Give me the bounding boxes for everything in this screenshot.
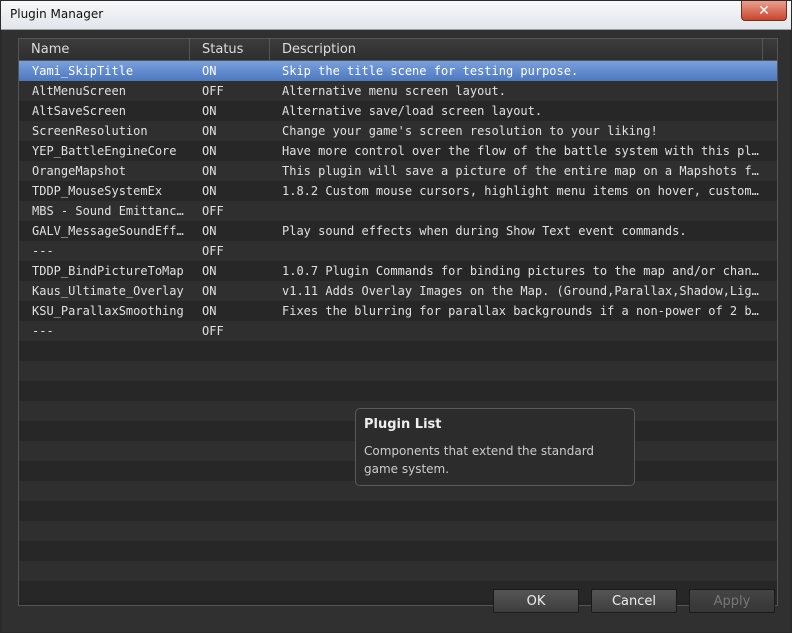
table-row[interactable]: MBS - Sound Emittance… OFF (19, 201, 777, 221)
dialog-body: Name Status Description Yami_SkipTitle ON… (2, 30, 790, 632)
window-title: Plugin Manager (10, 7, 104, 21)
plugin-name-cell: AltSaveScreen (32, 104, 126, 118)
plugin-status-cell: ON (202, 64, 217, 78)
plugin-status-cell: ON (202, 304, 217, 318)
table-row[interactable]: --- OFF (19, 321, 777, 341)
plugin-status-cell: OFF (202, 84, 224, 98)
table-row[interactable]: TDDP_BindPictureToMap ON 1.0.7 Plugin Comm… (19, 261, 777, 281)
empty-row (19, 501, 777, 521)
plugin-status-cell: ON (202, 164, 217, 178)
close-button[interactable]: ✕ (741, 1, 787, 21)
table-row[interactable]: Kaus_Ultimate_Overlay ON v1.11 Adds Overla… (19, 281, 777, 301)
plugin-name-cell: Yami_SkipTitle (32, 64, 134, 78)
plugin-name-cell: OrangeMapshot (32, 164, 126, 178)
plugin-name-cell: --- (32, 244, 54, 258)
plugin-status-cell: OFF (202, 324, 224, 338)
plugin-name-cell: KSU_ParallaxSmoothing (32, 304, 184, 318)
plugin-name-cell: AltMenuScreen (32, 84, 126, 98)
empty-row (19, 541, 777, 561)
tooltip-title: Plugin List (364, 417, 442, 432)
plugin-description-cell: This plugin will save a picture of the e… (282, 164, 762, 178)
tooltip-body: Components that extend the standard game… (364, 444, 595, 476)
table-row[interactable]: GALV_MessageSoundEffe… ON Play sound effec… (19, 221, 777, 241)
table-row[interactable]: Yami_SkipTitle ON Skip the title scene for… (19, 61, 777, 81)
empty-row (19, 521, 777, 541)
plugin-description-cell (282, 241, 762, 261)
plugin-name-cell: TDDP_BindPictureToMap (32, 264, 184, 278)
table-row[interactable]: --- OFF (19, 241, 777, 261)
empty-row (19, 361, 777, 381)
plugin-status-cell: ON (202, 104, 217, 118)
column-header-name[interactable]: Name (19, 39, 190, 60)
plugin-status-cell: OFF (202, 204, 224, 218)
column-header-description[interactable]: Description (270, 39, 763, 60)
plugin-description-cell: Alternative menu screen layout. (282, 84, 506, 98)
plugin-status-cell: OFF (202, 244, 224, 258)
plugin-description-cell (282, 321, 762, 341)
plugin-manager-window: Plugin Manager ✕ Name Status Description… (0, 0, 792, 633)
plugin-name-cell: TDDP_MouseSystemEx (32, 184, 163, 198)
plugin-description-cell: Play sound effects when during Show Text… (282, 224, 687, 238)
plugin-description-cell: 1.0.7 Plugin Commands for binding pictur… (282, 264, 762, 278)
plugin-name-cell: YEP_BattleEngineCore (32, 144, 177, 158)
table-row[interactable]: AltSaveScreen ON Alternative save/load scr… (19, 101, 777, 121)
plugin-status-cell: ON (202, 284, 217, 298)
plugin-description-cell: 1.8.2 Custom mouse cursors, highlight me… (282, 184, 762, 198)
plugin-name-cell: --- (32, 324, 54, 338)
table-row[interactable]: AltMenuScreen OFF Alternative menu screen … (19, 81, 777, 101)
plugin-name-cell: GALV_MessageSoundEffe… (32, 224, 190, 238)
plugin-name-cell: Kaus_Ultimate_Overlay (32, 284, 184, 298)
plugin-name-cell: ScreenResolution (32, 124, 148, 138)
plugin-description-cell: Alternative save/load screen layout. (282, 104, 543, 118)
plugin-status-cell: ON (202, 264, 217, 278)
ok-button[interactable]: OK (493, 589, 579, 613)
empty-row (19, 341, 777, 361)
plugin-description-cell: Have more control over the flow of the b… (282, 144, 762, 158)
list-header: Name Status Description (19, 39, 777, 61)
tooltip: Plugin List Components that extend the s… (355, 408, 635, 486)
plugin-description-cell: Skip the title scene for testing purpose… (282, 64, 579, 78)
plugin-description-cell: v1.11 Adds Overlay Images on the Map. (G… (282, 284, 762, 298)
table-row[interactable]: OrangeMapshot ON This plugin will save a p… (19, 161, 777, 181)
table-row[interactable]: KSU_ParallaxSmoothing ON Fixes the blurrin… (19, 301, 777, 321)
title-bar: Plugin Manager ✕ (1, 1, 791, 30)
table-row[interactable]: TDDP_MouseSystemEx ON 1.8.2 Custom mouse c… (19, 181, 777, 201)
empty-row (19, 561, 777, 581)
plugin-status-cell: ON (202, 224, 217, 238)
plugin-description-cell: Change your game's screen resolution to … (282, 124, 658, 138)
cancel-button[interactable]: Cancel (591, 589, 677, 613)
table-row[interactable]: ScreenResolution ON Change your game's scr… (19, 121, 777, 141)
close-icon: ✕ (758, 2, 770, 19)
column-header-status[interactable]: Status (190, 39, 270, 60)
apply-button[interactable]: Apply (689, 589, 775, 613)
plugin-list[interactable]: Name Status Description Yami_SkipTitle ON… (18, 38, 778, 606)
empty-row (19, 381, 777, 401)
plugin-name-cell: MBS - Sound Emittance… (32, 204, 190, 218)
plugin-status-cell: ON (202, 184, 217, 198)
plugin-description-cell: Fixes the blurring for parallax backgrou… (282, 304, 762, 318)
plugin-description-cell (282, 201, 762, 221)
plugin-status-cell: ON (202, 124, 217, 138)
plugin-rows: Yami_SkipTitle ON Skip the title scene for… (19, 61, 777, 601)
table-row[interactable]: YEP_BattleEngineCore ON Have more control … (19, 141, 777, 161)
plugin-status-cell: ON (202, 144, 217, 158)
